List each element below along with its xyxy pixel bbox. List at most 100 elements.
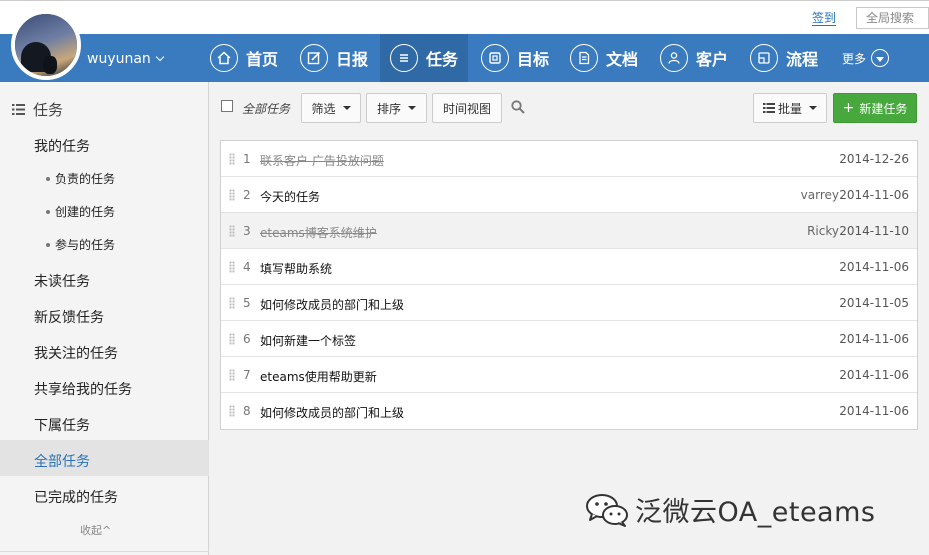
nav-tasks[interactable]: 任务 — [380, 34, 468, 82]
task-date: 2014-11-05 — [839, 296, 909, 310]
task-owner: varrey — [800, 188, 839, 202]
caret-down-icon — [342, 106, 351, 110]
nav-goals-label: 目标 — [517, 50, 550, 69]
task-number: 7 — [243, 368, 251, 382]
search-icon[interactable] — [511, 100, 525, 114]
sidebar-item-my-tasks[interactable]: 我的任务 — [34, 136, 90, 156]
signin-link[interactable]: 签到 — [811, 12, 836, 26]
user-menu[interactable]: wuyunan — [87, 51, 165, 67]
task-owner: Ricky — [807, 224, 839, 238]
new-task-label: 新建任务 — [859, 101, 908, 116]
nav-documents-label: 文档 — [606, 50, 639, 69]
target-icon — [481, 44, 509, 72]
nav-home-label: 首页 — [246, 50, 279, 69]
nav-home[interactable]: 首页 — [210, 34, 278, 82]
task-title[interactable]: 如何修改成员的部门和上级 — [260, 404, 404, 421]
nav-tasks-label: 任务 — [426, 50, 459, 69]
task-row[interactable]: 8 如何修改成员的部门和上级 2014-11-06 — [221, 393, 917, 429]
sidebar-divider — [0, 551, 209, 552]
nav-goals[interactable]: 目标 — [481, 34, 549, 82]
select-all-checkbox[interactable] — [221, 100, 233, 112]
timeline-view-button[interactable]: 时间视图 — [432, 93, 502, 123]
drag-handle-icon[interactable] — [229, 189, 235, 201]
task-row[interactable]: 6 如何新建一个标签 2014-11-06 — [221, 321, 917, 357]
task-row[interactable]: 1 联系客户 广告投放问题 2014-12-26 — [221, 141, 917, 177]
caret-down-icon — [408, 106, 416, 110]
nav-daily-report[interactable]: 日报 — [300, 34, 368, 82]
chevron-down-circle-icon — [871, 49, 890, 67]
task-date: 2014-11-06 — [839, 260, 909, 274]
home-icon — [210, 44, 238, 72]
plus-icon: + — [842, 100, 855, 116]
sidebar-item-label: 参与的任务 — [55, 238, 116, 252]
bullet-icon — [46, 176, 50, 181]
task-row[interactable]: 5 如何修改成员的部门和上级 2014-11-05 — [221, 285, 917, 321]
sidebar-item-participating[interactable]: 参与的任务 — [46, 236, 115, 253]
global-search-input[interactable]: 全局搜索 — [856, 7, 929, 29]
drag-handle-icon[interactable] — [229, 153, 235, 165]
task-number: 3 — [243, 224, 251, 238]
task-date: 2014-11-06 — [839, 188, 909, 202]
nav-workflow-label: 流程 — [786, 50, 819, 69]
sort-label: 排序 — [376, 101, 401, 116]
filter-button[interactable]: 筛选 — [301, 93, 361, 123]
task-title[interactable]: eteams使用帮助更新 — [260, 368, 377, 385]
drag-handle-icon[interactable] — [229, 369, 235, 381]
task-row[interactable]: 7 eteams使用帮助更新 2014-11-06 — [221, 357, 917, 393]
task-number: 1 — [243, 152, 251, 166]
sidebar-item-all-tasks[interactable]: 全部任务 — [34, 451, 90, 471]
sidebar-item-responsible[interactable]: 负责的任务 — [46, 170, 115, 187]
task-number: 5 — [243, 296, 251, 310]
flow-icon — [750, 44, 778, 72]
wechat-icon — [586, 493, 628, 527]
nav-customers[interactable]: 客户 — [660, 34, 728, 82]
watermark: 泛微云OA_eteams — [585, 490, 875, 529]
more-menu[interactable]: 更多 — [842, 34, 890, 82]
list-icon — [12, 104, 25, 115]
sort-button[interactable]: 排序 — [366, 93, 427, 123]
task-row[interactable]: 2 今天的任务 varrey 2014-11-06 — [221, 177, 917, 213]
sidebar-item-new-feedback[interactable]: 新反馈任务 — [34, 307, 104, 327]
sidebar: 任务 我的任务 负责的任务 创建的任务 参与的任务 未读任务 新反馈任务 我关注… — [0, 82, 209, 555]
batch-button[interactable]: 批量 — [753, 93, 827, 123]
user-icon — [660, 44, 688, 72]
task-title[interactable]: 今天的任务 — [260, 188, 320, 205]
task-date: 2014-11-06 — [839, 368, 909, 382]
sidebar-item-shared-to-me[interactable]: 共享给我的任务 — [34, 379, 132, 399]
batch-label: 批量 — [777, 101, 802, 116]
drag-handle-icon[interactable] — [229, 261, 235, 273]
nav-customers-label: 客户 — [696, 50, 729, 69]
nav-documents[interactable]: 文档 — [570, 34, 638, 82]
top-strip: 签到 全局搜索 — [0, 0, 929, 34]
task-date: 2014-11-10 — [839, 224, 909, 238]
task-title[interactable]: 填写帮助系统 — [260, 260, 332, 277]
task-row[interactable]: 4 填写帮助系统 2014-11-06 — [221, 249, 917, 285]
main-nav: wuyunan 首页 日报 任务 目标 文档 客户 流程 更多 — [0, 34, 929, 82]
more-label: 更多 — [842, 51, 867, 66]
sidebar-item-followed[interactable]: 我关注的任务 — [34, 343, 118, 363]
drag-handle-icon[interactable] — [229, 297, 235, 309]
bullet-icon — [46, 242, 50, 247]
sidebar-active-highlight — [0, 440, 209, 476]
task-date: 2014-11-06 — [839, 332, 909, 346]
new-task-button[interactable]: + 新建任务 — [833, 93, 917, 123]
nav-workflow[interactable]: 流程 — [750, 34, 818, 82]
task-title[interactable]: 联系客户 广告投放问题 — [260, 152, 384, 169]
sidebar-item-unread[interactable]: 未读任务 — [34, 271, 90, 291]
filter-label: 筛选 — [311, 101, 336, 116]
collapse-link[interactable]: 收起^ — [80, 522, 111, 538]
task-number: 4 — [243, 260, 251, 274]
drag-handle-icon[interactable] — [229, 225, 235, 237]
drag-handle-icon[interactable] — [229, 405, 235, 417]
sidebar-item-subordinate[interactable]: 下属任务 — [34, 415, 90, 435]
task-title[interactable]: 如何修改成员的部门和上级 — [260, 296, 404, 313]
task-title[interactable]: eteams博客系统维护 — [260, 224, 377, 241]
avatar[interactable] — [11, 10, 81, 80]
drag-handle-icon[interactable] — [229, 333, 235, 345]
task-row[interactable]: 3 eteams博客系统维护 Ricky 2014-11-10 — [221, 213, 917, 249]
chevron-down-icon — [155, 52, 165, 62]
task-title[interactable]: 如何新建一个标签 — [260, 332, 356, 349]
sidebar-item-completed[interactable]: 已完成的任务 — [34, 487, 118, 507]
edit-icon — [300, 44, 328, 72]
sidebar-item-created[interactable]: 创建的任务 — [46, 203, 115, 220]
